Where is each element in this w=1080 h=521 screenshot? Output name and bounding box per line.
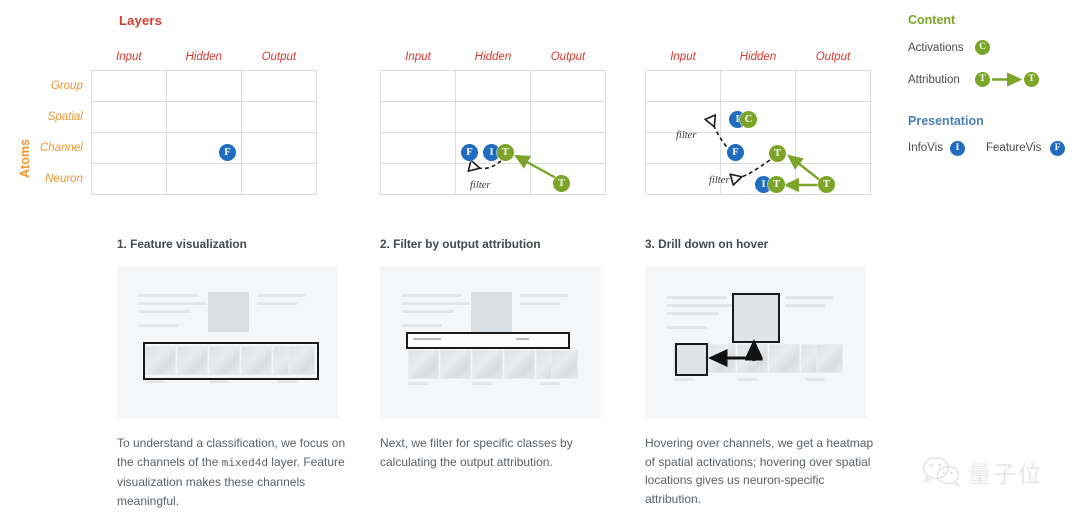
badge-attribution-output-p3: T: [818, 176, 835, 193]
badge-attribution-hidden-p2: T: [497, 144, 514, 161]
legend-badge-infovis: I: [950, 141, 965, 156]
filter-label-p2: filter: [470, 180, 491, 191]
filter-label-upper-p3: filter: [676, 130, 697, 141]
legend-attribution-arrow: [992, 72, 1023, 87]
legend-badge-featurevis: F: [1050, 141, 1065, 156]
badge-attribution-output-p2: T: [553, 175, 570, 192]
legend-badge-attribution-to: T: [1024, 72, 1039, 87]
filter-label-lower-p3: filter: [709, 175, 730, 186]
badge-attribution-spatial-p3: T: [769, 145, 786, 162]
legend-badge-attribution-from: T: [975, 72, 990, 87]
infographic-root: Layers Atoms Input Hidden Output Group S…: [0, 0, 1080, 521]
badge-featurevis-p3: F: [727, 144, 744, 161]
badge-activations-p3: C: [740, 111, 757, 128]
badge-featurevis-p2: F: [461, 144, 478, 161]
legend-badge-activations: C: [975, 40, 990, 55]
badge-featurevis-p1: F: [219, 144, 236, 161]
badge-attribution-neuron-p3: T: [768, 176, 785, 193]
